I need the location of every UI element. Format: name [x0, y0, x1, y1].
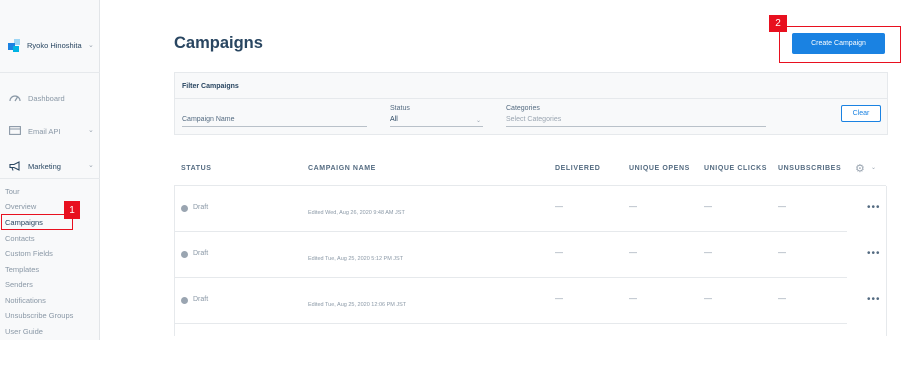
unique-opens-value: — [629, 294, 637, 303]
sidebar-subitem-unsubscribe-groups[interactable]: Unsubscribe Groups [5, 311, 73, 320]
sidebar-item-dashboard[interactable]: Dashboard [8, 93, 65, 103]
status-dot-icon [181, 205, 188, 212]
sidebar: Ryoko Hinoshita ⌄ Dashboard Email API ⌄ … [0, 0, 100, 340]
sidebar-item-label: Email API [28, 126, 61, 136]
unique-clicks-value: — [704, 202, 712, 211]
sidebar-subitem-senders[interactable]: Senders [5, 280, 33, 289]
status-value: All [390, 116, 398, 123]
sidebar-item-label: Marketing [28, 161, 61, 171]
chevron-down-icon[interactable]: ⌄ [871, 164, 876, 171]
status-text: Draft [193, 204, 209, 211]
column-header-unsubscribes[interactable]: UNSUBSCRIBES [778, 165, 841, 172]
divider [0, 72, 100, 73]
unsubscribes-value: — [778, 294, 786, 303]
campaign-name-input[interactable]: Campaign Name [182, 115, 367, 127]
more-actions-icon[interactable]: ••• [867, 294, 881, 305]
page-title: Campaigns [174, 34, 263, 52]
unique-opens-value: — [629, 202, 637, 211]
chevron-down-icon[interactable]: ⌄ [88, 41, 94, 49]
annotation-box-1 [1, 214, 73, 230]
more-actions-icon[interactable]: ••• [867, 248, 881, 259]
sidebar-item-label: Dashboard [28, 93, 65, 103]
filter-panel: Filter Campaigns Campaign Name Status Al… [174, 72, 888, 135]
unique-clicks-value: — [704, 248, 712, 257]
table-row[interactable]: Draft Edited Tue, Aug 25, 2020 5:12 PM J… [174, 232, 847, 278]
categories-select[interactable]: Select Categories [506, 115, 766, 127]
sidebar-subitem-tour[interactable]: Tour [5, 187, 20, 196]
unique-clicks-value: — [704, 294, 712, 303]
account-name: Ryoko Hinoshita [27, 41, 82, 50]
table-border [886, 186, 887, 336]
filter-title: Filter Campaigns [182, 83, 239, 90]
chevron-down-icon[interactable]: ⌄ [88, 126, 94, 134]
chevron-down-icon[interactable]: ⌄ [88, 161, 94, 169]
gauge-icon [8, 93, 22, 103]
sidebar-item-marketing[interactable]: Marketing [8, 161, 61, 171]
sidebar-subitem-custom-fields[interactable]: Custom Fields [5, 249, 53, 258]
table-border [174, 186, 175, 336]
delivered-value: — [555, 294, 563, 303]
more-actions-icon[interactable]: ••• [867, 202, 881, 213]
column-header-campaign-name[interactable]: CAMPAIGN NAME [308, 165, 376, 172]
delivered-value: — [555, 202, 563, 211]
divider [0, 178, 100, 179]
edited-timestamp: Edited Tue, Aug 25, 2020 12:06 PM JST [308, 302, 407, 308]
unsubscribes-value: — [778, 202, 786, 211]
status-select[interactable]: All ⌄ [390, 115, 483, 127]
column-header-status[interactable]: STATUS [181, 165, 212, 172]
categories-label: Categories [506, 105, 540, 112]
unsubscribes-value: — [778, 248, 786, 257]
status-text: Draft [193, 250, 209, 257]
column-header-delivered[interactable]: DELIVERED [555, 165, 600, 172]
column-header-unique-clicks[interactable]: UNIQUE CLICKS [704, 165, 767, 172]
sidebar-subitem-overview[interactable]: Overview [5, 202, 36, 211]
sidebar-subitem-user-guide[interactable]: User Guide [5, 327, 43, 336]
megaphone-icon [8, 161, 22, 171]
status-dot-icon [181, 297, 188, 304]
campaign-name-placeholder: Campaign Name [182, 116, 235, 123]
column-header-unique-opens[interactable]: UNIQUE OPENS [629, 165, 690, 172]
annotation-number-1: 1 [64, 201, 80, 219]
annotation-box-2 [779, 26, 901, 63]
sidebar-subitem-notifications[interactable]: Notifications [5, 296, 46, 305]
gear-icon[interactable]: ⚙ [855, 162, 865, 175]
clear-button[interactable]: Clear [841, 105, 881, 122]
annotation-number-2: 2 [769, 15, 787, 32]
sidebar-subitem-templates[interactable]: Templates [5, 265, 39, 274]
sendgrid-logo-icon [8, 39, 21, 52]
chevron-down-icon: ⌄ [475, 118, 481, 124]
status-dot-icon [181, 251, 188, 258]
status-label: Status [390, 105, 410, 112]
unique-opens-value: — [629, 248, 637, 257]
sidebar-item-email-api[interactable]: Email API [8, 126, 61, 136]
table-row[interactable]: Draft Edited Wed, Aug 26, 2020 9:48 AM J… [174, 186, 847, 232]
sidebar-subitem-contacts[interactable]: Contacts [5, 234, 35, 243]
delivered-value: — [555, 248, 563, 257]
status-text: Draft [193, 296, 209, 303]
divider [175, 98, 887, 99]
account-switcher[interactable]: Ryoko Hinoshita [8, 39, 82, 52]
email-icon [8, 126, 22, 136]
categories-placeholder: Select Categories [506, 116, 562, 123]
edited-timestamp: Edited Tue, Aug 25, 2020 5:12 PM JST [308, 256, 404, 262]
table-row[interactable]: Draft Edited Tue, Aug 25, 2020 12:06 PM … [174, 278, 847, 324]
edited-timestamp: Edited Wed, Aug 26, 2020 9:48 AM JST [308, 210, 405, 216]
